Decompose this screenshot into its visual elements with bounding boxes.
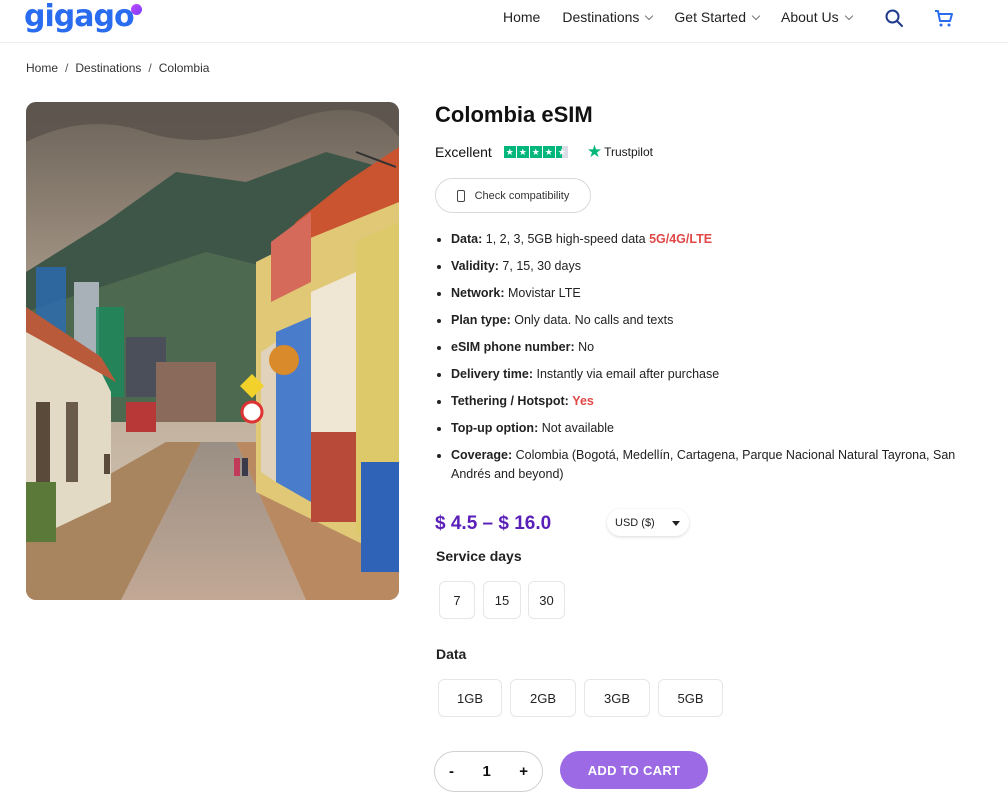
service-days-label: Service days [436,548,522,564]
feature-list: Data: 1, 2, 3, 5GB high-speed data 5G/4G… [437,230,982,492]
check-compatibility-button[interactable]: Check compatibility [435,178,591,213]
star-icon: ★ [503,146,516,158]
trustpilot-badge[interactable]: ★ Trustpilot [586,142,653,161]
feature-value: Only data. No calls and texts [514,313,674,327]
feature-value: Instantly via email after purchase [536,367,720,381]
trustpilot-label: Trustpilot [604,145,653,159]
feature-value: No [578,340,595,354]
option-label: 3GB [603,690,630,706]
feature-key: Data: [451,232,483,246]
currency-select[interactable]: USD ($) [607,509,689,536]
feature-value: Colombia (Bogotá, Medellín, Cartagena, P… [451,448,956,481]
star-icon: ★ [542,146,555,158]
feature-highlight: 5G/4G/LTE [649,232,713,246]
phone-icon [456,189,465,202]
chevron-down-icon [751,11,761,20]
data-option[interactable]: 1GB [438,679,502,717]
cart-icon[interactable] [934,8,954,28]
star-half-icon: ★ [555,146,568,158]
breadcrumb: Home / Destinations / Colombia [26,61,209,75]
data-option[interactable]: 5GB [658,679,723,717]
data-label: Data [436,646,467,662]
breadcrumb-separator: / [148,61,152,75]
feature-key: Tethering / Hotspot: [451,394,569,408]
feature-key: Delivery time: [451,367,533,381]
rating-stars: ★ ★ ★ ★ ★ [503,146,569,158]
quantity-stepper: - 1 + [434,751,543,792]
caret-down-icon [672,521,680,526]
breadcrumb-home[interactable]: Home [26,61,58,75]
nav-destinations-label: Destinations [562,9,640,25]
nav-home-label: Home [503,9,541,25]
currency-value: USD ($) [615,516,655,529]
feature-highlight: Yes [572,394,594,408]
feature-validity: Validity: 7, 15, 30 days [437,257,982,276]
option-label: 1GB [456,690,483,706]
breadcrumb-destinations[interactable]: Destinations [75,61,141,75]
decrement-button[interactable]: - [449,763,454,780]
rating-row: Excellent ★ ★ ★ ★ ★ ★ Trustpilot [435,142,653,161]
breadcrumb-current: Colombia [158,61,210,75]
nav-get-started-label: Get Started [674,9,746,25]
feature-esim-number: eSIM phone number: No [437,338,982,357]
logo-dot-icon [130,4,142,15]
check-compatibility-label: Check compatibility [474,189,570,202]
rating-label: Excellent [435,144,492,160]
feature-delivery: Delivery time: Instantly via email after… [437,365,982,384]
feature-value: 1, 2, 3, 5GB high-speed data [485,232,650,246]
option-label: 2GB [529,690,556,706]
feature-key: Plan type: [451,313,511,327]
add-to-cart-button[interactable]: ADD TO CART [560,751,708,789]
option-label: 30 [539,592,554,608]
nav-get-started[interactable]: Get Started [674,9,761,25]
feature-network: Network: Movistar LTE [437,284,982,303]
chevron-down-icon [645,11,654,20]
feature-key: eSIM phone number: [451,340,575,354]
nav-about-us-label: About Us [781,9,839,25]
feature-value: Movistar LTE [507,286,581,300]
product-title: Colombia eSIM [435,102,593,127]
search-icon[interactable] [884,8,904,28]
feature-key: Coverage: [451,448,513,462]
feature-plan-type: Plan type: Only data. No calls and texts [437,311,982,330]
data-option[interactable]: 3GB [584,679,650,717]
increment-button[interactable]: + [519,763,528,780]
gigago-logo[interactable]: gigago [24,0,142,34]
service-day-option[interactable]: 30 [528,581,565,619]
feature-topup: Top-up option: Not available [437,419,982,438]
nav-destinations[interactable]: Destinations [562,9,654,25]
logo-text: gigago [24,0,135,34]
trustpilot-star-icon: ★ [586,142,603,161]
feature-value: Not available [541,421,614,435]
chevron-down-icon [844,11,853,20]
feature-key: Top-up option: [451,421,539,435]
main-nav: Home Destinations Get Started About Us [503,9,874,25]
product-image [26,102,399,600]
data-option[interactable]: 2GB [510,679,576,717]
nav-about-us[interactable]: About Us [781,9,853,25]
site-header: gigago Home Destinations Get Started Abo… [0,0,1008,43]
star-icon: ★ [516,146,529,158]
feature-coverage: Coverage: Colombia (Bogotá, Medellín, Ca… [437,446,982,484]
star-icon: ★ [529,146,542,158]
feature-data: Data: 1, 2, 3, 5GB high-speed data 5G/4G… [437,230,982,249]
quantity-value[interactable]: 1 [482,763,490,780]
service-day-option[interactable]: 7 [439,581,475,619]
option-label: 15 [494,592,510,608]
service-day-option[interactable]: 15 [483,581,521,619]
nav-home[interactable]: Home [503,9,540,25]
breadcrumb-separator: / [65,61,69,75]
price-range: $ 4.5 – $ 16.0 [435,513,552,534]
feature-key: Validity: [451,259,499,273]
option-label: 7 [453,592,461,608]
feature-key: Network: [451,286,505,300]
feature-value: 7, 15, 30 days [502,259,581,273]
option-label: 5GB [677,690,704,706]
feature-tethering: Tethering / Hotspot: Yes [437,392,982,411]
